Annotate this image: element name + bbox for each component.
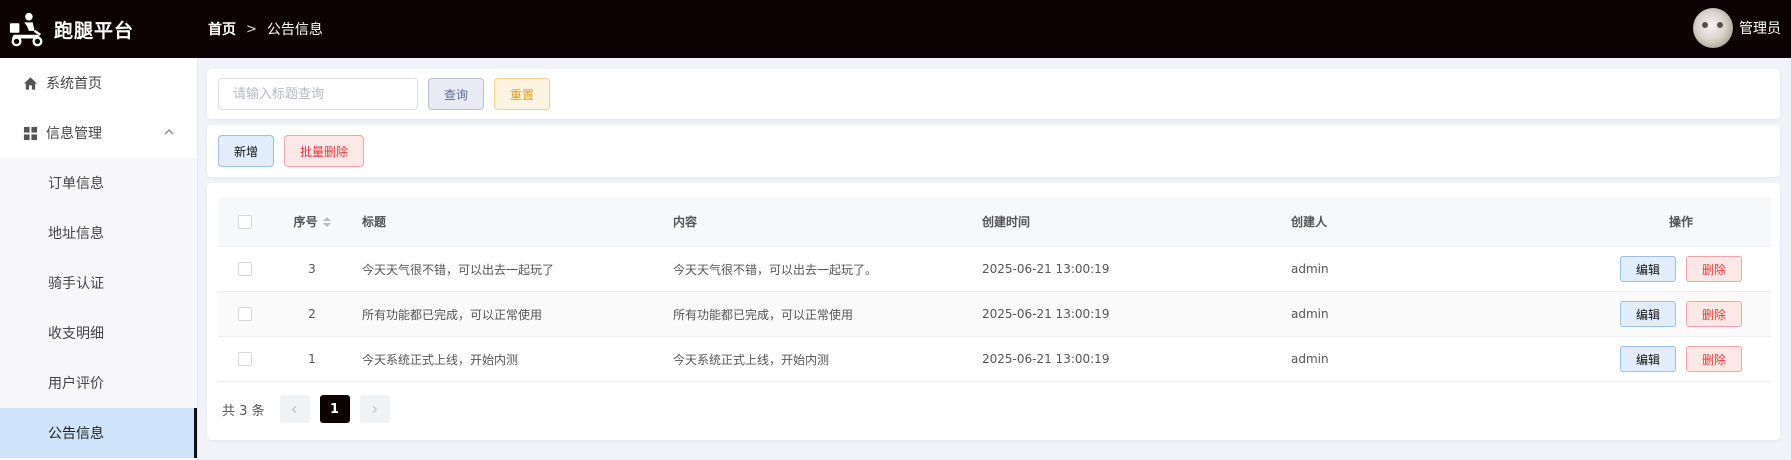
- operations-header: 操作: [1668, 215, 1693, 229]
- sidebar-item-notices[interactable]: 公告信息: [0, 408, 197, 458]
- row-checkbox[interactable]: [238, 307, 252, 321]
- batch-delete-button[interactable]: 批量删除: [284, 135, 364, 167]
- row-operations: 编辑 删除: [1591, 256, 1771, 282]
- pagination: 共 3 条 1: [222, 395, 400, 423]
- delete-button[interactable]: 删除: [1686, 346, 1742, 372]
- select-all-checkbox[interactable]: [238, 214, 252, 229]
- sidebar: 系统首页 信息管理 订单信息 地址信息 骑手认证 收支明细 用户评价 公告信息: [0, 58, 198, 460]
- notice-table: 序号 标题 内容 创建时间 创建人 操作 3 今天天气很不错，可以出去一起玩了 …: [218, 197, 1771, 382]
- row-select-cell: [218, 262, 272, 276]
- page-number-button[interactable]: 1: [319, 395, 350, 423]
- title-header: 标题: [362, 215, 387, 229]
- sidebar-item-home[interactable]: 系统首页: [0, 58, 197, 108]
- creator-header: 创建人: [1291, 215, 1328, 229]
- delete-button[interactable]: 删除: [1686, 256, 1742, 282]
- sidebar-item-label: 骑手认证: [48, 276, 104, 292]
- sidebar-submenu: 订单信息 地址信息 骑手认证 收支明细 用户评价 公告信息: [0, 158, 197, 458]
- edit-button[interactable]: 编辑: [1620, 346, 1676, 372]
- breadcrumb: 首页 > 公告信息: [208, 19, 323, 39]
- row-content: 今天天气很不错，可以出去一起玩了。: [673, 262, 878, 277]
- row-checkbox[interactable]: [238, 352, 252, 366]
- sidebar-item-rider-verification[interactable]: 骑手认证: [0, 258, 197, 308]
- reset-button[interactable]: 重置: [494, 78, 550, 110]
- sidebar-item-label: 收支明细: [48, 326, 104, 342]
- row-checkbox[interactable]: [238, 262, 252, 276]
- sort-icon[interactable]: [322, 216, 331, 227]
- breadcrumb-separator: >: [246, 21, 257, 37]
- row-index: 3: [308, 262, 316, 276]
- actions-card: 新增 批量删除: [207, 125, 1780, 177]
- table-row: 1 今天系统正式上线，开始内测 今天系统正式上线，开始内测 2025-06-21…: [218, 337, 1771, 382]
- select-all-cell: [218, 214, 272, 229]
- avatar[interactable]: [1693, 8, 1733, 48]
- search-card: 查询 重置: [207, 69, 1780, 119]
- row-content: 所有功能都已完成，可以正常使用: [673, 307, 854, 322]
- delete-button[interactable]: 删除: [1686, 301, 1742, 327]
- user-menu[interactable]: 管理员: [1693, 8, 1781, 48]
- sidebar-item-label: 公告信息: [48, 426, 104, 442]
- edit-button[interactable]: 编辑: [1620, 301, 1676, 327]
- row-operations: 编辑 删除: [1591, 301, 1771, 327]
- search-input[interactable]: [218, 78, 418, 110]
- created-at-header: 创建时间: [982, 215, 1031, 229]
- row-creator: admin: [1291, 262, 1329, 276]
- sidebar-item-reviews[interactable]: 用户评价: [0, 358, 197, 408]
- row-index: 2: [308, 307, 316, 321]
- chevron-up-icon[interactable]: [163, 126, 175, 138]
- row-content: 今天系统正式上线，开始内测: [673, 352, 830, 367]
- row-select-cell: [218, 307, 272, 321]
- home-icon: [22, 75, 38, 91]
- sidebar-item-addresses[interactable]: 地址信息: [0, 208, 197, 258]
- table-header: 序号 标题 内容 创建时间 创建人 操作: [218, 197, 1771, 247]
- top-header: 跑腿平台 首页 > 公告信息 管理员: [0, 0, 1791, 58]
- row-created-at: 2025-06-21 13:00:19: [982, 352, 1110, 366]
- row-index: 1: [308, 352, 316, 366]
- row-created-at: 2025-06-21 13:00:19: [982, 307, 1110, 321]
- app-logo[interactable]: 跑腿平台: [0, 0, 198, 58]
- sidebar-item-label: 系统首页: [46, 76, 102, 92]
- grid-icon: [22, 125, 38, 141]
- table-card: 序号 标题 内容 创建时间 创建人 操作 3 今天天气很不错，可以出去一起玩了 …: [207, 183, 1780, 440]
- row-creator: admin: [1291, 307, 1329, 321]
- sidebar-item-label: 订单信息: [48, 176, 104, 192]
- breadcrumb-home[interactable]: 首页: [208, 19, 236, 39]
- sidebar-item-label: 地址信息: [48, 226, 104, 242]
- index-header[interactable]: 序号: [272, 213, 352, 230]
- add-button[interactable]: 新增: [218, 135, 274, 167]
- content-header: 内容: [673, 215, 698, 229]
- row-title: 今天天气很不错，可以出去一起玩了: [362, 262, 555, 277]
- app-name: 跑腿平台: [54, 19, 135, 42]
- table-row: 3 今天天气很不错，可以出去一起玩了 今天天气很不错，可以出去一起玩了。 202…: [218, 247, 1771, 292]
- next-page-button[interactable]: [359, 395, 390, 423]
- index-header-label: 序号: [293, 215, 318, 229]
- sidebar-item-label: 信息管理: [46, 126, 102, 142]
- sidebar-item-label: 用户评价: [48, 376, 104, 392]
- row-title: 所有功能都已完成，可以正常使用: [362, 307, 543, 322]
- user-name[interactable]: 管理员: [1739, 18, 1781, 38]
- chevron-left-icon: [291, 405, 297, 413]
- sidebar-item-info-management[interactable]: 信息管理: [0, 108, 197, 158]
- row-creator: admin: [1291, 352, 1329, 366]
- row-operations: 编辑 删除: [1591, 346, 1771, 372]
- query-button[interactable]: 查询: [428, 78, 484, 110]
- row-created-at: 2025-06-21 13:00:19: [982, 262, 1110, 276]
- breadcrumb-current: 公告信息: [266, 22, 323, 38]
- prev-page-button[interactable]: [279, 395, 310, 423]
- sidebar-item-transactions[interactable]: 收支明细: [0, 308, 197, 358]
- table-row: 2 所有功能都已完成，可以正常使用 所有功能都已完成，可以正常使用 2025-0…: [218, 292, 1771, 337]
- chevron-right-icon: [372, 405, 378, 413]
- pagination-total: 共 3 条: [222, 403, 265, 419]
- sidebar-item-orders[interactable]: 订单信息: [0, 158, 197, 208]
- row-title: 今天系统正式上线，开始内测: [362, 352, 519, 367]
- edit-button[interactable]: 编辑: [1620, 256, 1676, 282]
- row-select-cell: [218, 352, 272, 366]
- scooter-rider-icon: [9, 12, 43, 47]
